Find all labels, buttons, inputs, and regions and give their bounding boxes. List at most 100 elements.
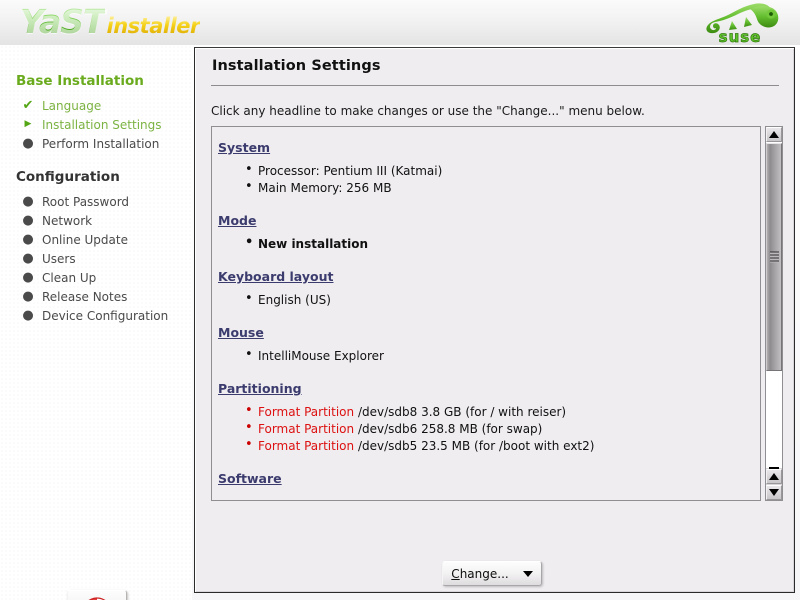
svg-text:suse: suse [719,28,762,45]
bullet-icon: ● [22,308,34,323]
sidebar-section-title: Base Installation [16,73,144,89]
installer-logo-text: installer [106,14,201,38]
scroll-up-icon [769,473,779,480]
headline-link-system[interactable]: System [218,140,270,155]
yast-logo: YaST installer [20,2,200,44]
settings-item: English (US) [245,291,750,308]
settings-item-text: /dev/sdb8 3.8 GB (for / with reiser) [357,405,567,419]
sidebar-item-release-notes[interactable]: ● Release Notes [20,287,192,306]
headline-row: Mode [218,210,750,230]
scrollbar-grip-icon [770,251,779,263]
sidebar-item-clean-up[interactable]: ● Clean Up [20,268,192,287]
lifering-help-icon: ? [88,596,106,600]
check-icon: ✔ [22,98,34,113]
change-button-label: Change... [451,566,509,581]
scroll-down-icon [769,489,779,496]
settings-item-list: English (US) [218,291,750,308]
headline-row: Software [218,468,750,488]
settings-item: Processor: Pentium III (Katmai) [245,162,750,179]
bullet-icon: ● [22,251,34,266]
sidebar-item-label: Clean Up [42,270,97,285]
settings-item: Format Partition /dev/sdb5 23.5 MB (for … [245,437,750,454]
app-header: YaST installer suse [0,0,800,45]
sidebar-item-users[interactable]: ● Users [20,249,192,268]
scroll-down-button[interactable] [766,485,782,500]
settings-item-text: /dev/sdb5 23.5 MB (for /boot with ext2) [357,439,595,453]
sidebar-item-label: Root Password [42,194,130,209]
sidebar-item-device-configuration[interactable]: ● Device Configuration [20,306,192,325]
settings-list: System Processor: Pentium III (Katmai)Mai… [212,127,760,500]
headline-link-partitioning[interactable]: Partitioning [218,381,302,396]
headline-row: System [218,137,750,157]
sidebar-section-title: Configuration [16,169,120,185]
page-title: Installation Settings [212,58,381,74]
headline-link-software[interactable]: Software [218,471,282,486]
bullet-icon: ● [22,136,34,151]
scroll-up-button-bottom[interactable] [766,469,782,484]
sidebar-item-language[interactable]: ✔ Language [20,96,192,115]
instruction-text: Click any headline to make changes or us… [211,104,645,118]
settings-item: Main Memory: 256 MB [245,179,750,196]
sidebar-item-network[interactable]: ● Network [20,211,192,230]
sidebar-item-label: Users [42,251,76,266]
headline-row: Mouse [218,322,750,342]
bullet-icon: ● [22,289,34,304]
format-partition-tag: Format Partition [258,439,355,453]
settings-section: Mouse IntelliMouse Explorer [218,322,750,364]
bullet-icon: ● [22,213,34,228]
scrollbar-thumb[interactable] [766,143,782,371]
format-partition-tag: Format Partition [258,422,355,436]
vertical-scrollbar[interactable] [765,126,783,501]
settings-item: New installation [245,235,750,252]
headline-link-keyboard-layout[interactable]: Keyboard layout [218,269,333,284]
settings-item-list: New installation [218,235,750,252]
help-button[interactable]: ? [67,590,127,600]
settings-section: Keyboard layout English (US) [218,266,750,308]
bullet-icon: ● [22,232,34,247]
suse-chameleon-logo: suse [706,3,779,45]
settings-item-text: /dev/sdb6 258.8 MB (for swap) [357,422,543,436]
settings-item: IntelliMouse Explorer [245,347,750,364]
headline-link-mouse[interactable]: Mouse [218,325,264,340]
sidebar-item-label: Perform Installation [42,136,160,151]
settings-item-list: IntelliMouse Explorer [218,347,750,364]
sidebar-item-installation-settings[interactable]: ▶ Installation Settings [20,115,192,134]
settings-section: Software [218,468,750,488]
settings-item: Format Partition /dev/sdb8 3.8 GB (for /… [245,403,750,420]
headline-row: Partitioning [218,378,750,398]
settings-scroll-area[interactable]: System Processor: Pentium III (Katmai)Mai… [211,126,761,501]
sidebar-item-label: Language [42,98,102,113]
settings-item: Format Partition /dev/sdb6 258.8 MB (for… [245,420,750,437]
sidebar-item-perform-installation[interactable]: ● Perform Installation [20,134,192,153]
settings-section: Mode New installation [218,210,750,252]
change-menu-button[interactable]: Change... [442,561,542,586]
bullet-icon: ● [22,194,34,209]
sidebar-item-label: Device Configuration [42,308,169,323]
chevron-down-icon [522,570,533,577]
headline-link-mode[interactable]: Mode [218,213,256,228]
scroll-up-button-top[interactable] [766,127,782,142]
headline-row: Keyboard layout [218,266,750,286]
sidebar-item-label: Network [42,213,93,228]
wizard-sidebar: Base Installation ✔ Language ▶ Installation … [0,45,192,600]
title-divider [211,85,779,86]
yast-logo-text: YaST [20,2,106,41]
scrollbar-separator [769,467,779,469]
sidebar-item-label: Online Update [42,232,128,247]
settings-section: Partitioning Format Partition /dev/sdb8 3… [218,378,750,454]
bullet-icon: ● [22,270,34,285]
wizard-step-list: Base Installation ✔ Language ▶ Installation … [12,73,192,325]
main-panel: Installation Settings Click any headline… [194,47,795,593]
sidebar-item-label: Release Notes [42,289,128,304]
format-partition-tag: Format Partition [258,405,355,419]
arrow-right-icon: ▶ [24,119,32,129]
sidebar-item-online-update[interactable]: ● Online Update [20,230,192,249]
settings-item-list: Format Partition /dev/sdb8 3.8 GB (for /… [218,403,750,454]
sidebar-item-label: Installation Settings [42,117,162,132]
yast-installer-window: YaST installer suse Base Installation ✔ La… [0,0,800,600]
settings-section: System Processor: Pentium III (Katmai)Mai… [218,137,750,196]
scroll-up-icon [769,131,779,138]
settings-item-list: Processor: Pentium III (Katmai)Main Memo… [218,162,750,196]
sidebar-item-root-password[interactable]: ● Root Password [20,192,192,211]
